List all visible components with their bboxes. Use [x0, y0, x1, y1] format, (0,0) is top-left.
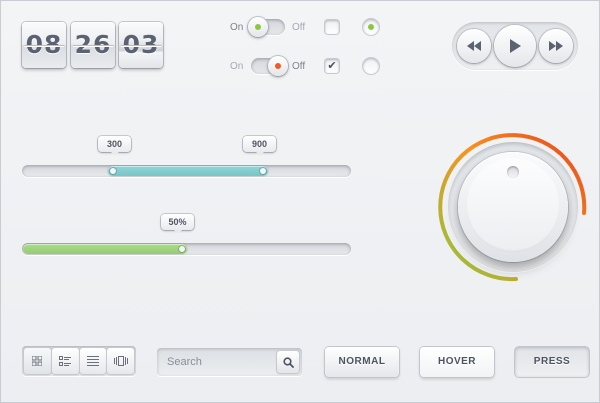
toggle-indicator-led	[255, 24, 261, 30]
radio-selected[interactable]	[363, 19, 379, 35]
toggle-knob[interactable]	[268, 56, 288, 76]
cover-flow-icon	[113, 356, 128, 366]
normal-button[interactable]: NORMAL	[321, 343, 403, 381]
toggle-switch-on[interactable]	[248, 17, 285, 37]
hover-button[interactable]: HOVER	[416, 343, 498, 381]
range-low-handle[interactable]	[110, 168, 116, 174]
fast-forward-icon	[549, 41, 563, 51]
clock-digit-hours: 08	[22, 22, 66, 68]
rewind-icon	[467, 41, 481, 51]
toggle-knob[interactable]	[248, 17, 268, 37]
search-button[interactable]	[277, 351, 299, 373]
search-input[interactable]	[159, 350, 275, 374]
press-button[interactable]: PRESS	[511, 343, 593, 381]
progress-value-tooltip: 50%	[161, 214, 194, 234]
progress-slider-fill	[23, 244, 187, 254]
dial-position-indicator	[507, 166, 519, 178]
rewind-button[interactable]	[457, 29, 491, 63]
toggle-switch-off[interactable]	[251, 56, 288, 76]
search-box	[157, 348, 302, 376]
list-view-button[interactable]	[79, 348, 107, 374]
detail-list-view-button[interactable]	[51, 348, 79, 374]
toggle-off-label: Off	[292, 22, 306, 33]
toggle-indicator-led	[275, 63, 281, 69]
detail-list-icon	[59, 356, 72, 366]
toggle-on-label: On	[230, 61, 244, 72]
range-low-value-tooltip: 300	[98, 136, 131, 156]
grid-view-icon	[32, 356, 43, 366]
volume-dial[interactable]	[436, 130, 590, 284]
progress-slider-track[interactable]	[22, 243, 351, 255]
fast-forward-button[interactable]	[539, 29, 573, 63]
toggle-off-label: Off	[292, 61, 306, 72]
toggle-on-label: On	[230, 22, 244, 33]
range-slider-fill	[108, 166, 268, 176]
magnifier-icon	[282, 356, 294, 368]
checkbox-checked[interactable]: ✔	[325, 59, 339, 73]
play-button[interactable]	[494, 25, 536, 67]
grid-view-button[interactable]	[24, 348, 51, 374]
range-high-value-tooltip: 900	[243, 136, 276, 156]
radio-unselected[interactable]	[363, 58, 379, 74]
clock-digit-seconds: 03	[119, 22, 163, 68]
play-icon	[510, 39, 521, 53]
cover-flow-view-button[interactable]	[107, 348, 134, 374]
checkbox-unchecked[interactable]	[325, 20, 339, 34]
progress-slider-handle[interactable]	[179, 246, 185, 252]
radio-dot	[368, 24, 374, 30]
clock-digit-minutes: 26	[71, 22, 115, 68]
list-view-icon	[86, 356, 99, 366]
range-slider-track[interactable]	[22, 165, 351, 177]
view-switcher	[22, 346, 136, 376]
range-high-handle[interactable]	[260, 168, 266, 174]
